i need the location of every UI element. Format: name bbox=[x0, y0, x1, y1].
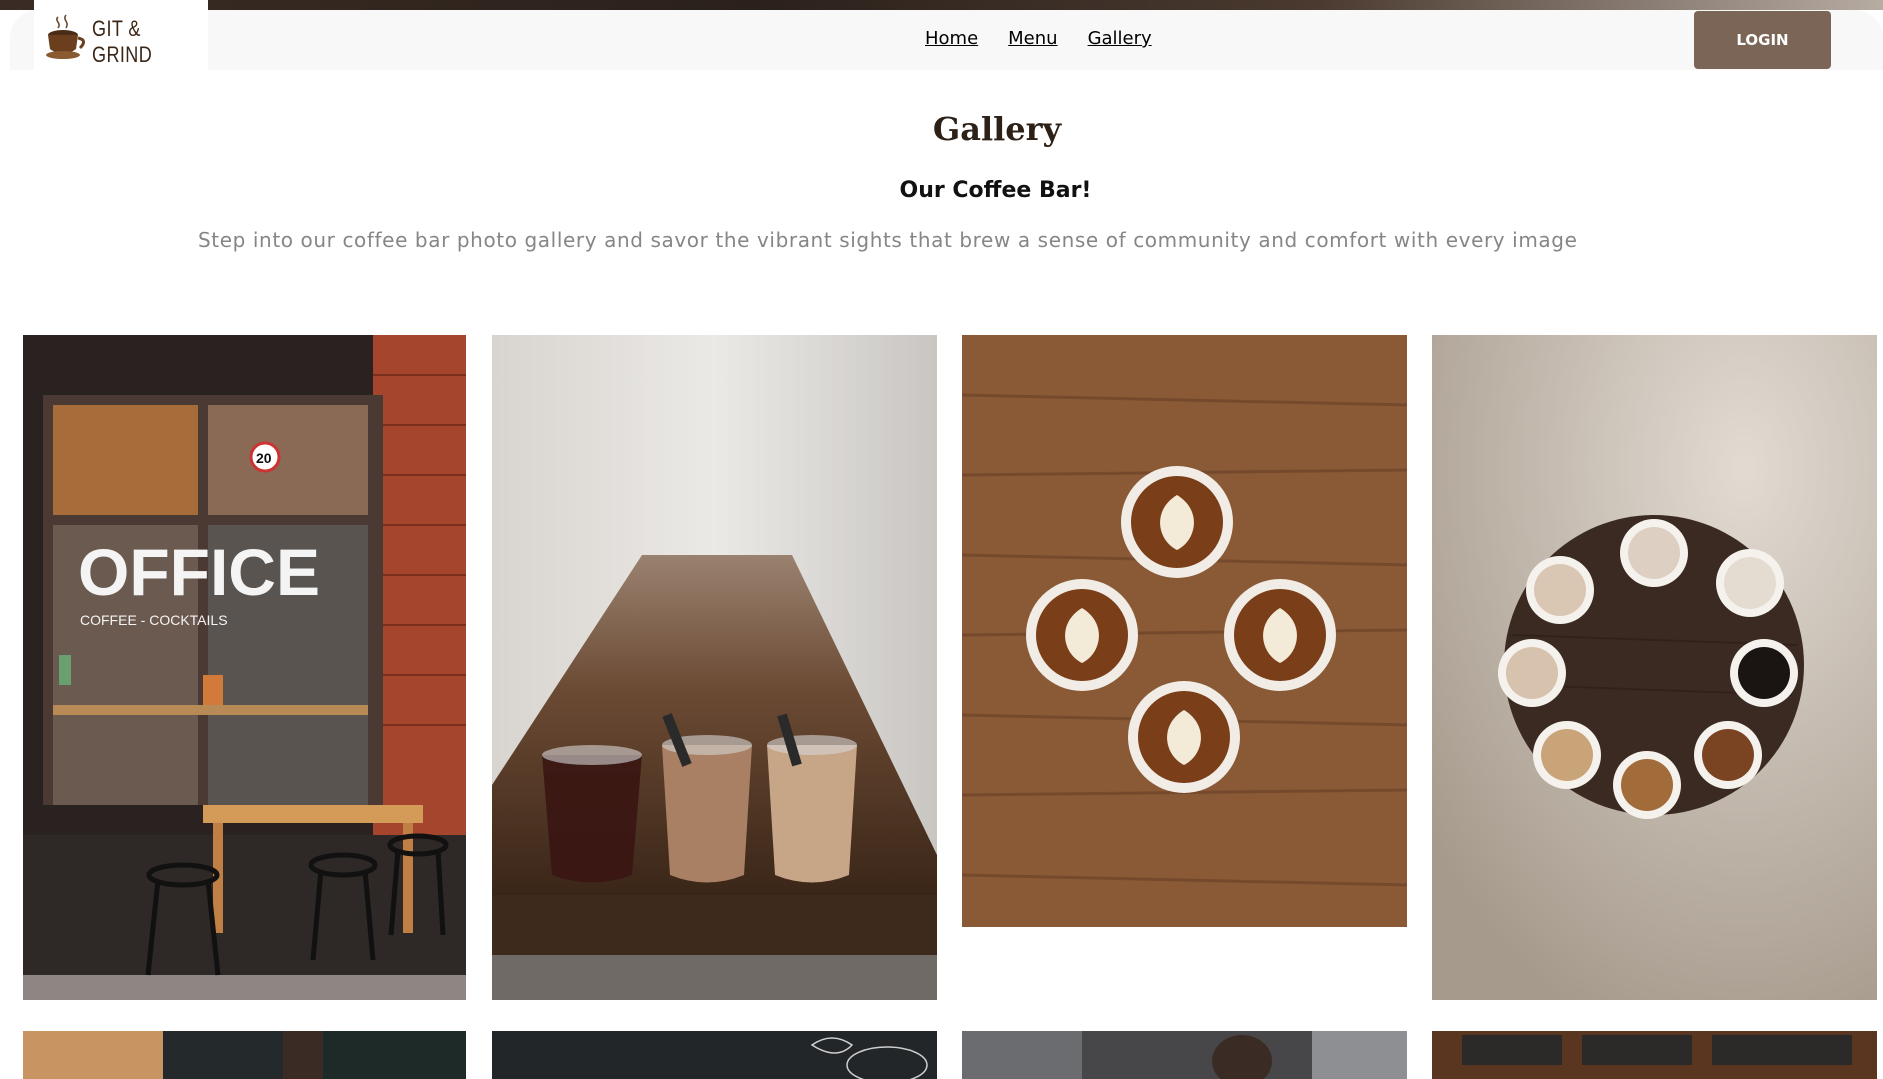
coffee-cup-icon bbox=[44, 13, 88, 63]
main-nav: Home Menu Gallery bbox=[925, 28, 1152, 49]
gallery-description: Step into our coffee bar photo gallery a… bbox=[198, 228, 1578, 252]
gallery-photo-coffee-bar[interactable] bbox=[492, 335, 937, 1000]
gallery-subtitle: Our Coffee Bar! bbox=[899, 178, 1092, 203]
gallery-photo-cafe-interior[interactable] bbox=[23, 1031, 466, 1079]
gallery-photo-chalkboard[interactable] bbox=[492, 1031, 937, 1079]
storefront-sign: OFFICE bbox=[78, 535, 320, 609]
nav-link-gallery[interactable]: Gallery bbox=[1088, 28, 1152, 49]
nav-link-menu[interactable]: Menu bbox=[1008, 28, 1057, 49]
page-title: Gallery bbox=[932, 110, 1062, 148]
gallery-photo-cups-table[interactable] bbox=[1432, 335, 1877, 1000]
speed-sign: 20 bbox=[256, 450, 272, 466]
nav-link-home[interactable]: Home bbox=[925, 28, 978, 49]
brand-name: GIT & GRIND bbox=[92, 16, 153, 67]
gallery-photo-coffee-counter[interactable] bbox=[1432, 1031, 1877, 1079]
hero-image-strip bbox=[0, 0, 1883, 10]
gallery-photo-cafe-people[interactable] bbox=[962, 1031, 1407, 1079]
storefront-sign-sub: COFFEE - COCKTAILS bbox=[80, 612, 228, 628]
gallery-photo-latte-art[interactable] bbox=[962, 335, 1407, 927]
login-button[interactable]: LOGIN bbox=[1694, 11, 1831, 69]
gallery-photo-storefront[interactable]: OFFICE COFFEE - COCKTAILS 20 bbox=[23, 335, 466, 1000]
brand-logo[interactable]: GIT & GRIND bbox=[34, 0, 208, 70]
